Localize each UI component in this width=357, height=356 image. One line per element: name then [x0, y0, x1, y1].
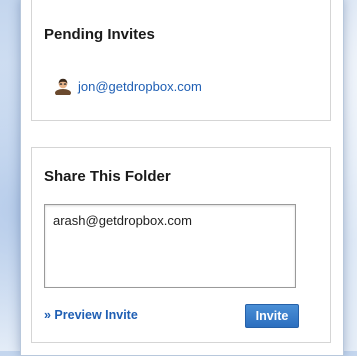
pending-invites-box: Pending Invites jon@getdropbox.com — [31, 0, 331, 121]
pending-invite-item[interactable]: jon@getdropbox.com — [54, 77, 202, 97]
invite-button[interactable]: Invite — [245, 304, 299, 328]
pending-invite-email[interactable]: jon@getdropbox.com — [78, 79, 202, 94]
share-folder-title: Share This Folder — [44, 168, 171, 185]
invite-email-field[interactable]: arash@getdropbox.com — [44, 204, 296, 288]
share-folder-box: Share This Folder arash@getdropbox.com »… — [31, 147, 331, 343]
preview-invite-link[interactable]: » Preview Invite — [44, 308, 138, 322]
pending-invites-title: Pending Invites — [44, 26, 155, 43]
user-icon — [54, 77, 72, 97]
sidebar-panel: Pending Invites jon@getdropbox.com Share… — [20, 0, 344, 356]
